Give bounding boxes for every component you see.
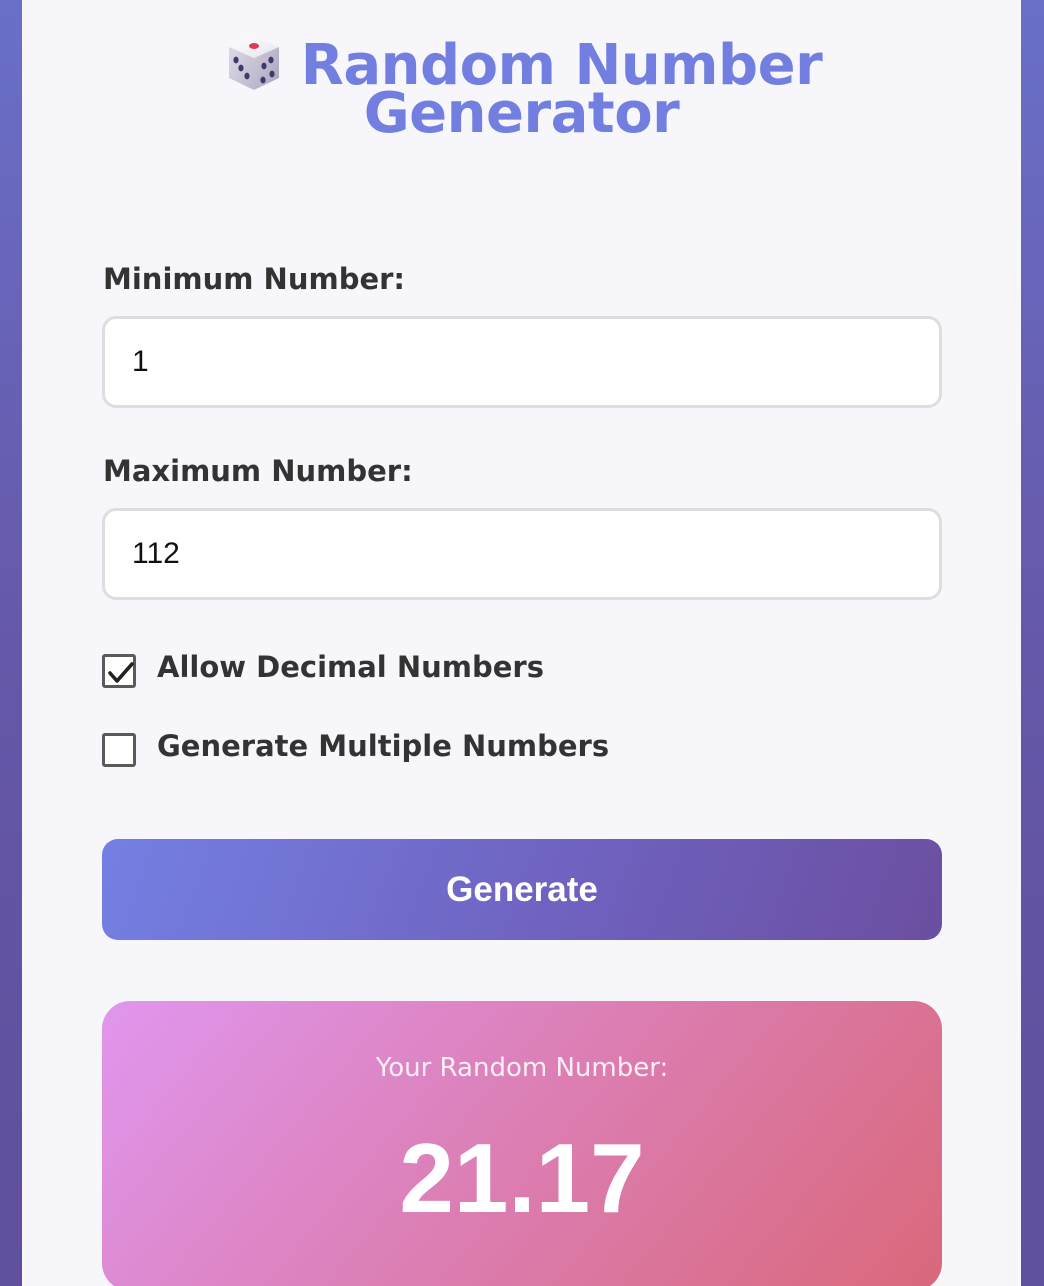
multiple-numbers-label: Generate Multiple Numbers [157, 729, 610, 763]
dice-icon [221, 30, 287, 96]
result-label: Your Random Number: [375, 1053, 669, 1083]
allow-decimal-checkbox[interactable] [102, 654, 136, 688]
min-number-input[interactable] [105, 319, 932, 405]
min-number-field-wrapper [102, 316, 942, 408]
title-line-2: Generator [363, 81, 680, 146]
multiple-numbers-option[interactable]: Generate Multiple Numbers [102, 729, 610, 770]
allow-decimal-label: Allow Decimal Numbers [157, 650, 544, 684]
result-value: 21.17 [399, 1123, 645, 1233]
max-number-label: Maximum Number: [103, 454, 413, 488]
result-panel: Your Random Number: 21.17 [102, 1001, 942, 1286]
generator-card: Random Number Generator Minimum Number: … [22, 0, 1021, 1286]
max-number-field-wrapper [102, 508, 942, 600]
min-number-label: Minimum Number: [103, 262, 406, 296]
page-title: Random Number Generator [22, 30, 1021, 142]
checkmark-icon [108, 662, 134, 683]
multiple-numbers-checkbox[interactable] [102, 733, 136, 767]
generate-button[interactable]: Generate [102, 839, 942, 940]
allow-decimal-option[interactable]: Allow Decimal Numbers [102, 650, 544, 691]
max-number-input[interactable] [105, 511, 932, 597]
